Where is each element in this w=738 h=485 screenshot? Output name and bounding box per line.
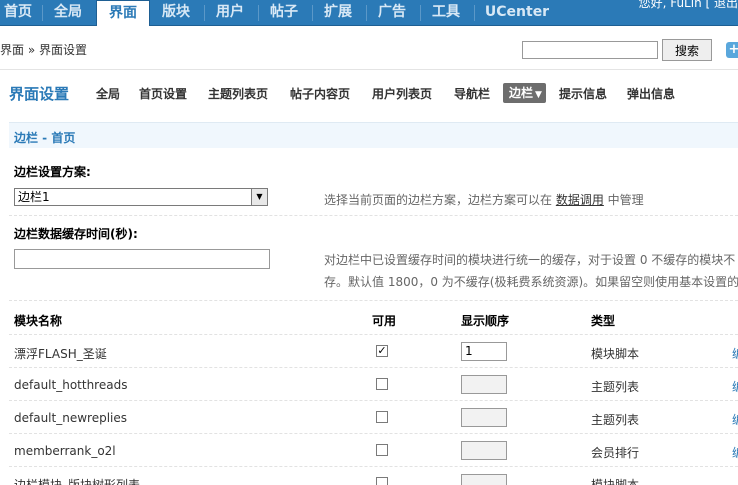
module-type: 主题列表 (591, 380, 640, 394)
scheme-select-value: 边栏1 (18, 190, 50, 204)
cache-label: 边栏数据缓存时间(秒): (14, 227, 138, 241)
page-title: 界面设置 (9, 85, 70, 103)
module-name: 边栏模块_版块树形列表 (14, 478, 141, 485)
edit-link[interactable]: 编 (732, 444, 738, 461)
user-greeting: 您好, FuLin [ 退出 (638, 0, 738, 10)
divider (9, 300, 738, 301)
divider (9, 334, 738, 335)
enabled-checkbox[interactable] (376, 378, 388, 390)
display-order-input[interactable] (461, 441, 507, 460)
nav-item-global[interactable]: 全局 (48, 0, 88, 26)
subtab-sidebar[interactable]: 边栏 ▼ (503, 83, 546, 103)
nav-separator (474, 5, 475, 21)
nav-item-users[interactable]: 用户 (210, 0, 250, 26)
module-type: 主题列表 (591, 413, 640, 427)
subtab-home-settings[interactable]: 首页设置 (139, 85, 187, 102)
enabled-checkbox[interactable]: ✓ (376, 345, 388, 357)
nav-item-home[interactable]: 首页 (0, 0, 36, 26)
scheme-label: 边栏设置方案: (14, 165, 91, 179)
nav-separator (204, 5, 205, 21)
module-type: 模块脚本 (591, 347, 640, 361)
nav-separator (366, 5, 367, 21)
column-header-type: 类型 (591, 314, 616, 328)
column-header-module-name: 模块名称 (14, 314, 63, 328)
divider (9, 466, 738, 467)
edit-link[interactable]: 编 (732, 345, 738, 362)
divider (9, 215, 738, 216)
divider (9, 400, 738, 401)
nav-separator (42, 5, 43, 21)
divider (9, 367, 738, 368)
subtab-thread-list[interactable]: 主题列表页 (208, 85, 268, 102)
scheme-hint: 选择当前页面的边栏方案，边栏方案可以在 数据调用 中管理 (324, 191, 644, 208)
nav-item-tools[interactable]: 工具 (426, 0, 466, 26)
subtab-prompt-info[interactable]: 提示信息 (559, 85, 607, 102)
edit-link[interactable]: 编 (732, 411, 738, 428)
nav-separator (420, 5, 421, 21)
nav-item-ucenter[interactable]: UCenter (480, 0, 554, 26)
display-order-input[interactable]: 1 (461, 342, 507, 361)
top-navigation: 首页 全局 界面 版块 用户 帖子 扩展 广告 工具 UCenter 您好, F… (0, 0, 738, 27)
dropdown-caret-icon: ▼ (535, 90, 542, 100)
enabled-checkbox[interactable] (376, 444, 388, 456)
section-title: 边栏 - 首页 (14, 131, 76, 145)
subtab-sidebar-label: 边栏 (509, 86, 534, 100)
module-type: 会员排行 (591, 446, 640, 460)
subtab-navbar[interactable]: 导航栏 (454, 85, 490, 102)
module-name: memberrank_o2l (14, 444, 116, 458)
scheme-hint-post: 中管理 (603, 193, 644, 207)
scheme-select[interactable]: 边栏1 ▼ (14, 188, 268, 206)
module-name: default_newreplies (14, 411, 127, 425)
divider (9, 433, 738, 434)
column-header-display-order: 显示顺序 (461, 314, 510, 328)
nav-item-posts[interactable]: 帖子 (264, 0, 304, 26)
subtab-popup-info[interactable]: 弹出信息 (627, 85, 675, 102)
section-header: 边栏 - 首页 (9, 122, 738, 148)
module-name: default_hotthreads (14, 378, 128, 392)
nav-separator (312, 5, 313, 21)
nav-item-interface[interactable]: 界面 (96, 0, 150, 27)
cache-time-input[interactable] (14, 249, 270, 269)
scheme-hint-pre: 选择当前页面的边栏方案，边栏方案可以在 (324, 193, 556, 207)
subtab-post-content[interactable]: 帖子内容页 (290, 85, 350, 102)
nav-item-ads[interactable]: 广告 (372, 0, 412, 26)
subtab-global[interactable]: 全局 (96, 85, 120, 102)
module-name: 漂浮FLASH_圣诞 (14, 347, 107, 361)
enabled-checkbox[interactable] (376, 411, 388, 423)
cache-hint-line1: 对边栏中已设置缓存时间的模块进行统一的缓存，对于设置 0 不缓存的模块不 (324, 253, 736, 267)
display-order-input[interactable] (461, 474, 507, 485)
breadcrumb: 界面 » 界面设置 (0, 43, 87, 57)
select-arrow-icon: ▼ (251, 189, 267, 205)
cache-hint-line2: 存。默认值 1800，0 为不缓存(极耗费系统资源)。如果留空则使用基本设置的 (324, 275, 738, 289)
edit-link[interactable]: 编 (732, 378, 738, 395)
add-shortcut-button[interactable]: + (726, 42, 738, 58)
nav-item-forums[interactable]: 版块 (156, 0, 196, 26)
data-call-link[interactable]: 数据调用 (556, 193, 604, 207)
breadcrumb-bar: 界面 » 界面设置 搜索 + (0, 26, 738, 70)
search-input[interactable] (522, 41, 658, 59)
display-order-input[interactable] (461, 408, 507, 427)
enabled-checkbox[interactable] (376, 477, 388, 485)
nav-item-interface-label: 界面 (109, 5, 137, 21)
nav-item-extensions[interactable]: 扩展 (318, 0, 358, 26)
display-order-input[interactable] (461, 375, 507, 394)
module-type: 模块脚本 (591, 478, 640, 485)
column-header-enabled: 可用 (372, 314, 397, 328)
search-button[interactable]: 搜索 (662, 39, 712, 61)
subtab-user-list[interactable]: 用户列表页 (372, 85, 432, 102)
nav-separator (258, 5, 259, 21)
